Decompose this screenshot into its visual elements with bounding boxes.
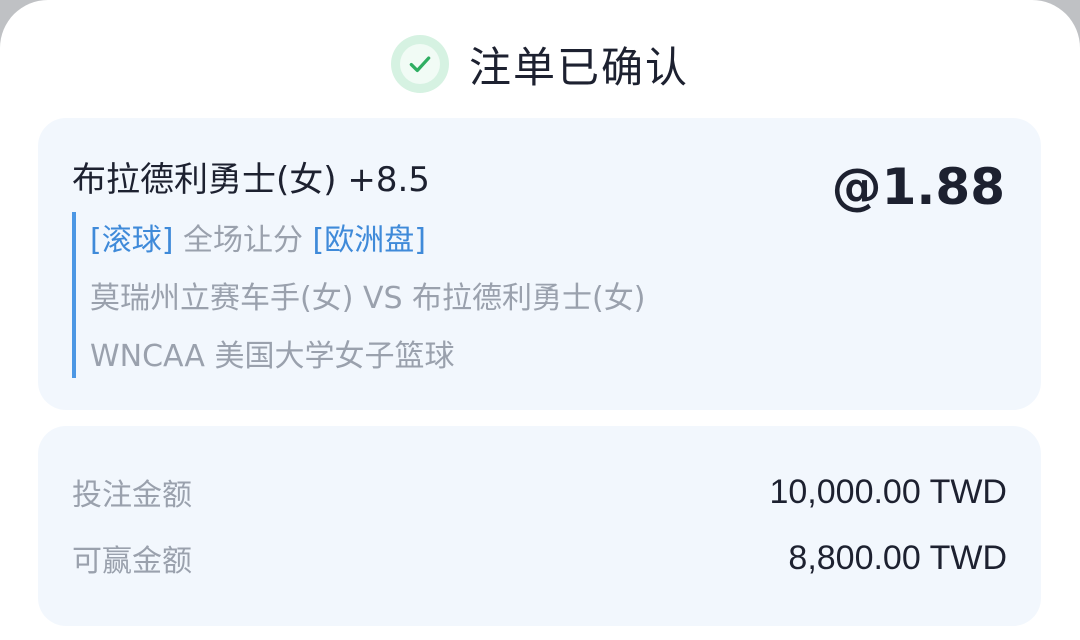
stake-label: 投注金额 xyxy=(72,478,192,513)
confirmation-title: 注单已确认 xyxy=(468,42,689,92)
market-line: [滚球] 全场让分 [欧洲盘] xyxy=(90,212,772,270)
amount-card: 投注金额 10,000.00 TWD 可赢金额 8,800.00 TWD xyxy=(38,426,1041,626)
payout-row: 可赢金额 8,800.00 TWD xyxy=(72,534,1007,582)
confirmation-header: 注单已确认 xyxy=(0,26,1080,102)
stake-value: 10,000.00 TWD xyxy=(769,472,1007,511)
live-tag: [滚球] xyxy=(90,223,174,258)
stake-row: 投注金额 10,000.00 TWD xyxy=(72,468,1007,516)
bet-detail-card: 布拉德利勇士(女) +8.5 @1.88 [滚球] 全场让分 [欧洲盘] 莫瑞州… xyxy=(38,118,1041,410)
payout-value: 8,800.00 TWD xyxy=(788,538,1007,577)
check-icon xyxy=(399,44,440,84)
bet-selection: 布拉德利勇士(女) +8.5 xyxy=(72,160,430,200)
odds-format-tag: [欧洲盘] xyxy=(312,223,426,258)
payout-label: 可赢金额 xyxy=(72,544,192,579)
bet-confirmation-sheet: 注单已确认 布拉德利勇士(女) +8.5 @1.88 [滚球] 全场让分 [欧洲… xyxy=(0,0,1080,640)
league-name: WNCAA 美国大学女子篮球 xyxy=(90,339,455,374)
bet-odds: @1.88 xyxy=(831,158,1005,216)
success-badge xyxy=(390,35,449,93)
match-name: 莫瑞州立赛车手(女) VS 布拉德利勇士(女) xyxy=(90,281,646,316)
market-name: 全场让分 xyxy=(182,223,303,258)
bet-info: [滚球] 全场让分 [欧洲盘] 莫瑞州立赛车手(女) VS 布拉德利勇士(女) … xyxy=(72,212,772,378)
